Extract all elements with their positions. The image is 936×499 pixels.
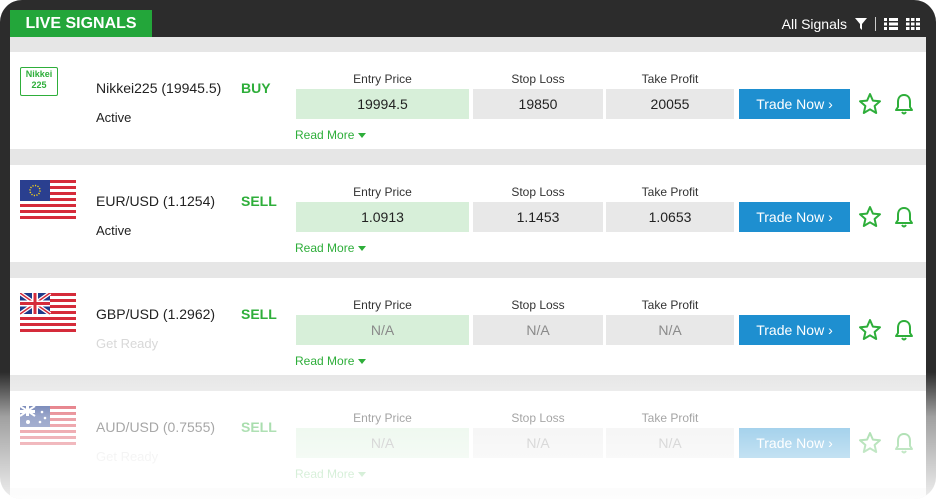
header-divider	[875, 16, 876, 31]
signals-list: Nikkei 225 Nikkei225 (19945.5) BUY Activ…	[10, 37, 926, 499]
bell-icon[interactable]	[893, 92, 915, 116]
read-more-link[interactable]: Read More	[295, 467, 367, 481]
asset-name[interactable]: GBP/USD (1.2962)	[96, 306, 215, 322]
signal-status: Get Ready	[96, 336, 159, 351]
trade-now-button[interactable]: Trade Now ›	[739, 202, 850, 232]
signal-status: Active	[96, 223, 132, 238]
read-more-label: Read More	[295, 128, 355, 142]
entry-price-value: N/A	[296, 315, 469, 345]
signal-direction: SELL	[241, 193, 277, 209]
asset-name[interactable]: AUD/USD (0.7555)	[96, 419, 215, 435]
header-controls: All Signals	[782, 10, 920, 37]
take-profit-label: Take Profit	[641, 185, 699, 199]
caret-down-icon	[358, 133, 367, 139]
signal-direction: BUY	[241, 80, 271, 96]
asset-name[interactable]: EUR/USD (1.1254)	[96, 193, 215, 209]
bell-icon[interactable]	[893, 431, 915, 455]
signal-row: GBP/USD (1.2962) SELL Get Ready Entry Pr…	[10, 278, 926, 375]
take-profit-value: N/A	[606, 315, 734, 345]
stop-loss-value: N/A	[473, 315, 603, 345]
star-icon[interactable]	[858, 92, 882, 116]
stop-loss-value: 1.1453	[473, 202, 603, 232]
signal-row: AUD/USD (0.7555) SELL Get Ready Entry Pr…	[10, 391, 926, 488]
stop-loss-label: Stop Loss	[511, 185, 565, 199]
caret-down-icon	[358, 472, 367, 478]
take-profit-value: 1.0653	[606, 202, 734, 232]
caret-down-icon	[358, 359, 367, 365]
entry-price-label: Entry Price	[353, 185, 412, 199]
star-icon[interactable]	[858, 205, 882, 229]
read-more-link[interactable]: Read More	[295, 354, 367, 368]
trade-now-button[interactable]: Trade Now ›	[739, 89, 850, 119]
gb-us-flag-icon	[20, 293, 76, 333]
signals-widget: LIVE SIGNALS All Signals Nikkei 225 Nikk…	[0, 0, 936, 499]
all-signals-filter[interactable]: All Signals	[782, 16, 847, 32]
bell-icon[interactable]	[893, 205, 915, 229]
entry-price-value: 19994.5	[296, 89, 469, 119]
take-profit-value: 20055	[606, 89, 734, 119]
nikkei-logo: Nikkei 225	[20, 67, 58, 96]
grid-view-icon[interactable]	[906, 17, 920, 30]
stop-loss-value: N/A	[473, 428, 603, 458]
signal-direction: SELL	[241, 306, 277, 322]
filter-icon[interactable]	[855, 17, 867, 30]
star-icon[interactable]	[858, 431, 882, 455]
caret-down-icon	[358, 246, 367, 252]
trade-now-button[interactable]: Trade Now ›	[739, 315, 850, 345]
widget-header: LIVE SIGNALS All Signals	[10, 10, 926, 37]
read-more-label: Read More	[295, 354, 355, 368]
take-profit-label: Take Profit	[641, 72, 699, 86]
trade-now-button[interactable]: Trade Now ›	[739, 428, 850, 458]
signal-status: Active	[96, 110, 132, 125]
take-profit-label: Take Profit	[641, 298, 699, 312]
stop-loss-label: Stop Loss	[511, 298, 565, 312]
read-more-link[interactable]: Read More	[295, 128, 367, 142]
signal-row: Nikkei 225 Nikkei225 (19945.5) BUY Activ…	[10, 52, 926, 149]
stop-loss-value: 19850	[473, 89, 603, 119]
au-us-flag-icon	[20, 406, 76, 446]
eu-us-flag-icon	[20, 180, 76, 220]
entry-price-label: Entry Price	[353, 298, 412, 312]
take-profit-value: N/A	[606, 428, 734, 458]
list-view-icon[interactable]	[884, 17, 898, 30]
bell-icon[interactable]	[893, 318, 915, 342]
stop-loss-label: Stop Loss	[511, 72, 565, 86]
read-more-label: Read More	[295, 467, 355, 481]
stop-loss-label: Stop Loss	[511, 411, 565, 425]
signal-row: EUR/USD (1.1254) SELL Active Entry Price…	[10, 165, 926, 262]
live-signals-tab[interactable]: LIVE SIGNALS	[10, 10, 152, 37]
take-profit-label: Take Profit	[641, 411, 699, 425]
signal-direction: SELL	[241, 419, 277, 435]
read-more-label: Read More	[295, 241, 355, 255]
entry-price-label: Entry Price	[353, 72, 412, 86]
entry-price-label: Entry Price	[353, 411, 412, 425]
signal-status: Get Ready	[96, 449, 159, 464]
star-icon[interactable]	[858, 318, 882, 342]
entry-price-value: 1.0913	[296, 202, 469, 232]
read-more-link[interactable]: Read More	[295, 241, 367, 255]
asset-name[interactable]: Nikkei225 (19945.5)	[96, 80, 221, 96]
entry-price-value: N/A	[296, 428, 469, 458]
